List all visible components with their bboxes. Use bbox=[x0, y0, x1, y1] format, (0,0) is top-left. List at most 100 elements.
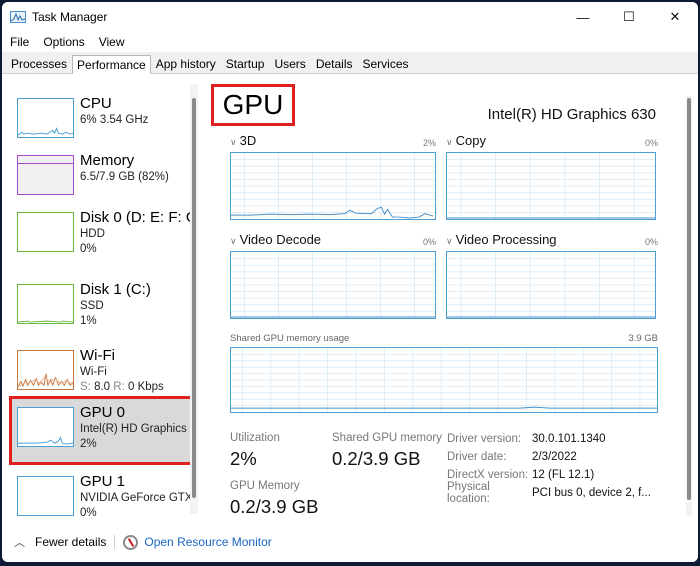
engine-copy-graph bbox=[446, 152, 656, 220]
engine-video-processing: ∨ Video Processing 0% bbox=[446, 231, 658, 319]
sidebar-scrollbar-thumb[interactable] bbox=[192, 98, 196, 498]
fewer-details-button[interactable]: Fewer details bbox=[35, 535, 106, 549]
disk0-label: Disk 0 (D: E: F: G bbox=[80, 209, 198, 226]
utilization-label: Utilization bbox=[230, 432, 280, 444]
tab-startup[interactable]: Startup bbox=[221, 54, 270, 73]
open-resource-monitor-link[interactable]: Open Resource Monitor bbox=[144, 535, 271, 549]
cpu-usage: 6% 3.54 GHz bbox=[80, 114, 149, 126]
gpu-detail-panel: GPU Intel(R) HD Graphics 630 ∨ 3D 2% ∨ Copy… bbox=[207, 76, 698, 522]
tab-performance[interactable]: Performance bbox=[72, 55, 151, 74]
engine-3d-selector[interactable]: ∨ 3D bbox=[230, 133, 256, 148]
page-title: GPU bbox=[222, 89, 284, 120]
disk1-label: Disk 1 (C:) bbox=[80, 281, 151, 298]
wifi-send-value: 8.0 bbox=[94, 381, 111, 393]
info-row-driver-date: Driver date: 2/3/2022 bbox=[447, 448, 651, 466]
gpu0-mini-graph bbox=[17, 407, 74, 447]
task-manager-window: Task Manager — ☐ ✕ File Options View Pro… bbox=[2, 2, 698, 562]
wifi-adapter: Wi-Fi bbox=[80, 366, 107, 378]
utilization-value: 2% bbox=[230, 448, 257, 469]
shared-memory-header: Shared GPU memory usage 3.9 GB bbox=[230, 333, 658, 344]
maximize-button[interactable]: ☐ bbox=[606, 2, 652, 32]
tab-processes[interactable]: Processes bbox=[6, 54, 72, 73]
resource-sidebar: CPU 6% 3.54 GHz Memory 6.5/7.9 GB (82%) … bbox=[2, 76, 200, 522]
sidebar-item-wifi[interactable]: Wi-Fi Wi-Fi S: 8.0 R: 0 Kbps bbox=[10, 342, 190, 404]
sidebar-item-disk-1[interactable]: Disk 1 (C:) SSD 1% bbox=[10, 276, 190, 338]
info-key: DirectX version: bbox=[447, 469, 529, 481]
info-row-driver-version: Driver version: 30.0.101.1340 bbox=[447, 430, 651, 448]
cpu-label: CPU bbox=[80, 95, 112, 112]
menu-view[interactable]: View bbox=[99, 35, 125, 49]
gpu1-usage: 0% bbox=[80, 507, 97, 519]
gpu0-model: Intel(R) HD Graphics bbox=[80, 423, 187, 435]
wifi-send-label: S: bbox=[80, 381, 91, 393]
shared-memory-graph-label: Shared GPU memory usage bbox=[230, 333, 350, 344]
info-value: 30.0.101.1340 bbox=[532, 433, 606, 445]
sidebar-item-disk-0[interactable]: Disk 0 (D: E: F: G HDD 0% bbox=[10, 204, 198, 266]
info-row-physical-location: Physical location: PCI bus 0, device 2, f… bbox=[447, 481, 651, 505]
detail-scrollbar[interactable] bbox=[686, 96, 692, 516]
shared-memory-graph bbox=[230, 347, 658, 413]
sidebar-item-cpu[interactable]: CPU 6% 3.54 GHz bbox=[10, 90, 190, 152]
tab-services[interactable]: Services bbox=[358, 54, 414, 73]
sidebar-item-memory[interactable]: Memory 6.5/7.9 GB (82%) bbox=[10, 147, 190, 209]
engine-3d-percent: 2% bbox=[422, 138, 436, 148]
gpu1-mini-graph bbox=[17, 476, 74, 516]
sidebar-item-gpu-1[interactable]: GPU 1 NVIDIA GeForce GTX 0% bbox=[10, 468, 193, 522]
disk1-type: SSD bbox=[80, 300, 104, 312]
detail-scrollbar-thumb[interactable] bbox=[687, 98, 691, 500]
gpu1-label: GPU 1 bbox=[80, 473, 126, 490]
engine-copy-percent: 0% bbox=[644, 138, 658, 148]
engine-copy-selector[interactable]: ∨ Copy bbox=[446, 133, 486, 148]
gpu0-usage: 2% bbox=[80, 438, 97, 450]
disk1-usage: 1% bbox=[80, 315, 97, 327]
disk0-mini-graph bbox=[17, 212, 74, 252]
footer-divider bbox=[114, 535, 116, 549]
cpu-mini-graph bbox=[17, 98, 74, 138]
menu-file[interactable]: File bbox=[10, 35, 29, 49]
resource-monitor-icon bbox=[123, 534, 139, 550]
engine-video-processing-label: Video Processing bbox=[455, 232, 557, 247]
task-manager-app-icon bbox=[10, 11, 26, 23]
wifi-label: Wi-Fi bbox=[80, 347, 115, 364]
tab-app-history[interactable]: App history bbox=[151, 54, 221, 73]
tab-users[interactable]: Users bbox=[269, 54, 310, 73]
info-value: 12 (FL 12.1) bbox=[532, 469, 595, 481]
usage-line bbox=[231, 406, 657, 409]
window-title: Task Manager bbox=[32, 10, 108, 24]
engine-video-decode: ∨ Video Decode 0% bbox=[230, 231, 436, 319]
menu-options[interactable]: Options bbox=[43, 35, 84, 49]
tab-details[interactable]: Details bbox=[311, 54, 358, 73]
chevron-down-icon: ∨ bbox=[230, 137, 237, 147]
close-button[interactable]: ✕ bbox=[652, 2, 698, 32]
sidebar-scrollbar[interactable] bbox=[190, 84, 198, 514]
engine-3d-graph bbox=[230, 152, 436, 220]
engine-3d-label: 3D bbox=[239, 133, 257, 148]
chevron-down-icon: ∨ bbox=[446, 236, 453, 246]
wifi-throughput: S: 8.0 R: 0 Kbps bbox=[80, 380, 164, 395]
minimize-button[interactable]: — bbox=[560, 2, 606, 32]
info-value: 2/3/2022 bbox=[532, 451, 577, 463]
minimize-icon: — bbox=[576, 9, 590, 25]
gpu1-model: NVIDIA GeForce GTX bbox=[80, 492, 193, 504]
title-bar: Task Manager — ☐ ✕ bbox=[2, 2, 698, 32]
tab-bar: Processes Performance App history Startu… bbox=[2, 52, 698, 74]
disk0-type: HDD bbox=[80, 228, 105, 240]
gpu-device-name: Intel(R) HD Graphics 630 bbox=[487, 106, 656, 123]
chevron-up-icon: ︿ bbox=[14, 537, 25, 549]
sidebar-item-gpu-0[interactable]: GPU 0 Intel(R) HD Graphics 2% bbox=[9, 396, 193, 465]
engine-video-decode-selector[interactable]: ∨ Video Decode bbox=[230, 232, 321, 247]
gpu-info-table: Driver version: 30.0.101.1340 Driver date… bbox=[447, 430, 651, 505]
engine-video-decode-percent: 0% bbox=[422, 237, 436, 247]
engine-video-processing-percent: 0% bbox=[644, 237, 658, 247]
shared-gpu-memory-value: 0.2/3.9 GB bbox=[332, 448, 421, 469]
engine-video-processing-graph bbox=[446, 251, 656, 319]
info-key: Driver version: bbox=[447, 433, 522, 445]
engine-video-processing-selector[interactable]: ∨ Video Processing bbox=[446, 232, 557, 247]
memory-label: Memory bbox=[80, 152, 135, 169]
menu-bar: File Options View bbox=[2, 32, 698, 52]
gpu-memory-value: 0.2/3.9 GB bbox=[230, 496, 319, 517]
memory-usage: 6.5/7.9 GB (82%) bbox=[80, 171, 169, 183]
engine-video-decode-graph bbox=[230, 251, 436, 319]
info-value: PCI bus 0, device 2, f... bbox=[532, 487, 651, 499]
gpu-title-highlight: GPU bbox=[211, 84, 295, 126]
